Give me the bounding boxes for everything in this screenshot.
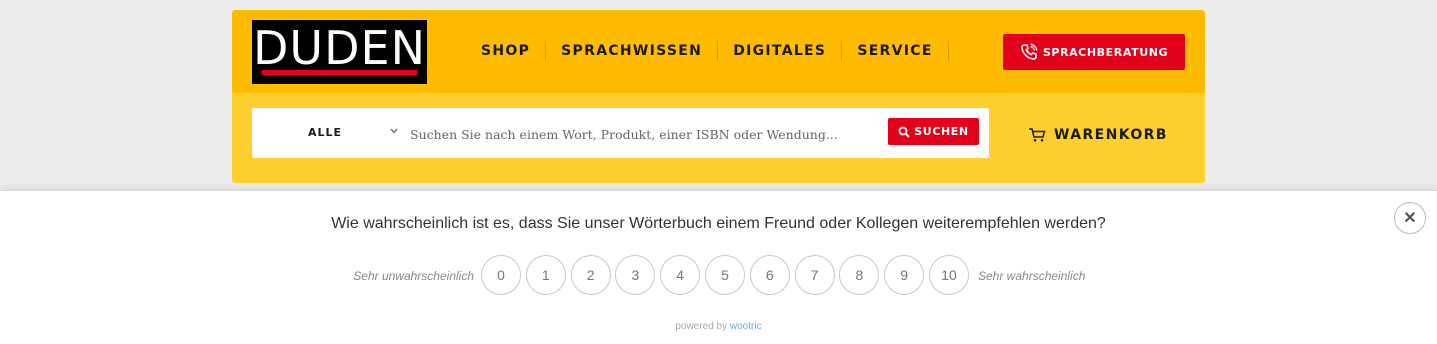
score-button-6[interactable]: 6 [749,255,790,295]
score-button-10[interactable]: 10 [928,255,969,295]
scale-high-label: Sehr wahrscheinlich [978,269,1086,283]
score-button-8[interactable]: 8 [839,255,880,295]
search-form: ALLE SUCHEN [252,108,989,158]
nav-item-shop[interactable]: SHOP [466,41,547,61]
search-area: ALLE SUCHEN WARENKORB [232,93,1205,183]
search-scope-select[interactable]: ALLE [308,108,342,158]
scale-low-label: Sehr unwahrscheinlich [353,269,474,283]
logo-underline [262,70,417,75]
nav-item-digitales[interactable]: DIGITALES [718,41,843,61]
chevron-down-icon[interactable] [390,128,398,134]
close-icon: ✕ [1403,210,1417,227]
score-button-7[interactable]: 7 [794,255,835,295]
logo-text: DUDEN [253,21,426,75]
search-icon [898,126,910,138]
main-nav: SHOP SPRACHWISSEN DIGITALES SERVICE [466,40,949,62]
nav-item-sprachwissen[interactable]: SPRACHWISSEN [546,41,719,61]
nps-survey-panel: Wie wahrscheinlich ist es, dass Sie unse… [0,190,1437,344]
phone-icon [1021,43,1038,60]
powered-by-prefix: powered by [675,321,728,332]
sprachberatung-label: SPRACHBERATUNG [1042,45,1169,59]
score-button-1[interactable]: 1 [525,255,566,295]
score-button-0[interactable]: 0 [481,255,521,295]
score-button-3[interactable]: 3 [615,255,656,295]
score-button-9[interactable]: 9 [884,255,925,295]
search-input[interactable] [408,117,882,151]
score-button-5[interactable]: 5 [704,255,745,295]
site-header: DUDEN SHOP SPRACHWISSEN DIGITALES SERVIC… [232,10,1205,183]
nav-item-service[interactable]: SERVICE [842,41,949,61]
search-button[interactable]: SUCHEN [888,118,979,145]
score-button-2[interactable]: 2 [570,255,611,295]
cart-label: WARENKORB [1054,127,1168,143]
survey-question: Wie wahrscheinlich ist es, dass Sie unse… [331,215,1106,232]
score-buttons: 0 1 2 3 4 5 6 7 8 9 10 [481,255,974,295]
sprachberatung-button[interactable]: SPRACHBERATUNG [1003,34,1185,70]
duden-logo[interactable]: DUDEN [252,20,427,84]
header-top-bar: DUDEN SHOP SPRACHWISSEN DIGITALES SERVIC… [232,10,1205,93]
wootric-link[interactable]: wootric [730,321,762,332]
powered-by: powered by wootric [0,321,1437,332]
search-button-label: SUCHEN [914,125,969,138]
score-scale: Sehr unwahrscheinlich 0 1 2 3 4 5 6 7 8 … [0,255,1437,297]
cart-link[interactable]: WARENKORB [1028,123,1168,147]
close-survey-button[interactable]: ✕ [1394,202,1426,234]
cart-icon [1029,128,1046,142]
score-button-4[interactable]: 4 [660,255,701,295]
